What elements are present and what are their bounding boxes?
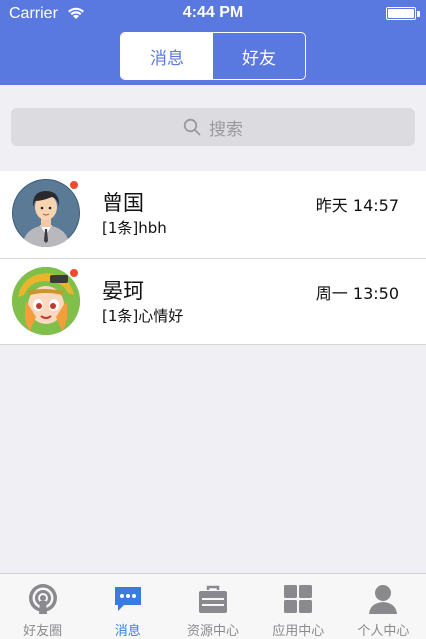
app-header: Carrier 4:44 PM 消息 好友 — [0, 0, 426, 85]
tab-label: 消息 — [114, 624, 141, 639]
tab-label: 个人中心 — [357, 624, 410, 639]
battery-icon — [386, 7, 416, 20]
tab-resources[interactable]: 资源中心 — [170, 574, 255, 639]
unread-badge — [69, 180, 79, 190]
chat-bubble-icon — [112, 583, 144, 615]
tab-label: 好友圈 — [23, 624, 63, 639]
tab-label: 应用中心 — [272, 624, 325, 639]
tab-moments[interactable]: 好友圈 — [0, 574, 85, 639]
last-message: [1条]hbh — [102, 219, 167, 237]
tab-profile[interactable]: 个人中心 — [341, 574, 426, 639]
status-bar: Carrier 4:44 PM — [0, 0, 426, 28]
search-area: 搜索 — [0, 85, 426, 171]
message-time: 周一 13:50 — [315, 284, 399, 303]
battery-tip — [417, 11, 420, 17]
tab-messages-bottom[interactable]: 消息 — [85, 574, 170, 639]
tab-friends[interactable]: 好友 — [213, 33, 305, 79]
tab-apps[interactable]: 应用中心 — [256, 574, 341, 639]
conversation-list: 曾国 [1条]hbh 昨天 14:57 晏珂 [1条]心情好 周一 13:50 — [0, 171, 426, 345]
briefcase-icon — [197, 583, 229, 615]
person-icon — [367, 583, 399, 615]
contact-name: 晏珂 — [102, 279, 144, 303]
segmented-control: 消息 好友 — [120, 32, 306, 80]
radar-icon — [27, 583, 59, 615]
last-message: [1条]心情好 — [102, 307, 184, 325]
search-icon — [183, 118, 201, 136]
avatar — [12, 267, 80, 335]
avatar — [12, 179, 80, 247]
unread-badge — [69, 268, 79, 278]
tab-messages[interactable]: 消息 — [121, 33, 213, 79]
message-time: 昨天 14:57 — [315, 196, 399, 215]
contact-name: 曾国 — [102, 191, 144, 215]
tab-label: 资源中心 — [187, 624, 240, 639]
list-item[interactable]: 晏珂 [1条]心情好 周一 13:50 — [0, 258, 426, 345]
search-placeholder: 搜索 — [209, 119, 243, 140]
bottom-tab-bar: 好友圈 消息 资源中心 应用中心 个人中心 — [0, 573, 426, 639]
grid-icon — [282, 583, 314, 615]
search-input[interactable]: 搜索 — [11, 108, 415, 146]
status-time: 4:44 PM — [182, 4, 244, 21]
list-item[interactable]: 曾国 [1条]hbh 昨天 14:57 — [0, 171, 426, 258]
